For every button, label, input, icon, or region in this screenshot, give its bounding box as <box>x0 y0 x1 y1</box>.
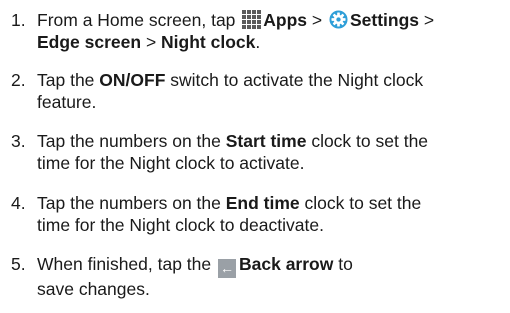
step-text: From a Home screen, tap Apps > Settings … <box>37 9 507 53</box>
settings-gear-icon <box>329 10 348 29</box>
step-number: 5. <box>11 254 26 274</box>
text: > <box>307 10 327 30</box>
back-arrow-icon: ← <box>218 259 236 278</box>
step-line: time for the Night clock to deactivate. <box>37 215 324 235</box>
step-number: 4. <box>11 193 26 213</box>
step-line: save changes. <box>37 279 150 299</box>
step-number: 1. <box>11 10 26 30</box>
step-line: Tap the numbers on the End time clock to… <box>37 192 507 214</box>
step-text: Tap the ON/OFF switch to activate the Ni… <box>37 69 507 113</box>
text: clock to set the <box>306 131 429 151</box>
text: > <box>141 32 162 52</box>
text: > <box>419 10 435 30</box>
settings-label: Settings <box>349 10 420 30</box>
step-line: When finished, tap the ← Back arrow to <box>37 253 507 278</box>
apps-label: Apps <box>263 10 308 30</box>
step-text: Tap the numbers on the End time clock to… <box>37 192 507 236</box>
text: to <box>333 254 353 274</box>
step-line: Tap the numbers on the Start time clock … <box>37 130 507 152</box>
step-number: 2. <box>11 70 26 90</box>
text: Tap the numbers on the <box>37 131 226 151</box>
step-line: Tap the ON/OFF switch to activate the Ni… <box>37 69 507 91</box>
step-line: feature. <box>37 92 97 112</box>
text: Tap the numbers on the <box>37 193 226 213</box>
text: When finished, tap the <box>37 254 216 274</box>
back-arrow-label: Back arrow <box>239 254 334 274</box>
text: Tap the <box>37 70 100 90</box>
step-number: 3. <box>11 131 26 151</box>
on-off-label: ON/OFF <box>99 70 166 90</box>
step-text: Tap the numbers on the Start time clock … <box>37 130 507 174</box>
text: . <box>255 32 261 52</box>
text: switch to activate the Night clock <box>165 70 424 90</box>
edge-screen-label: Edge screen <box>37 32 142 52</box>
apps-grid-icon <box>242 10 262 29</box>
step-line: Edge screen > Night clock. <box>37 31 507 53</box>
text: clock to set the <box>299 193 422 213</box>
step-line: time for the Night clock to activate. <box>37 153 305 173</box>
night-clock-label: Night clock <box>161 32 256 52</box>
start-time-label: Start time <box>225 131 307 151</box>
end-time-label: End time <box>225 193 300 213</box>
step-text: When finished, tap the ← Back arrow to sa… <box>37 253 507 300</box>
step-line: From a Home screen, tap Apps > Settings … <box>37 9 507 31</box>
text: From a Home screen, tap <box>37 10 241 30</box>
